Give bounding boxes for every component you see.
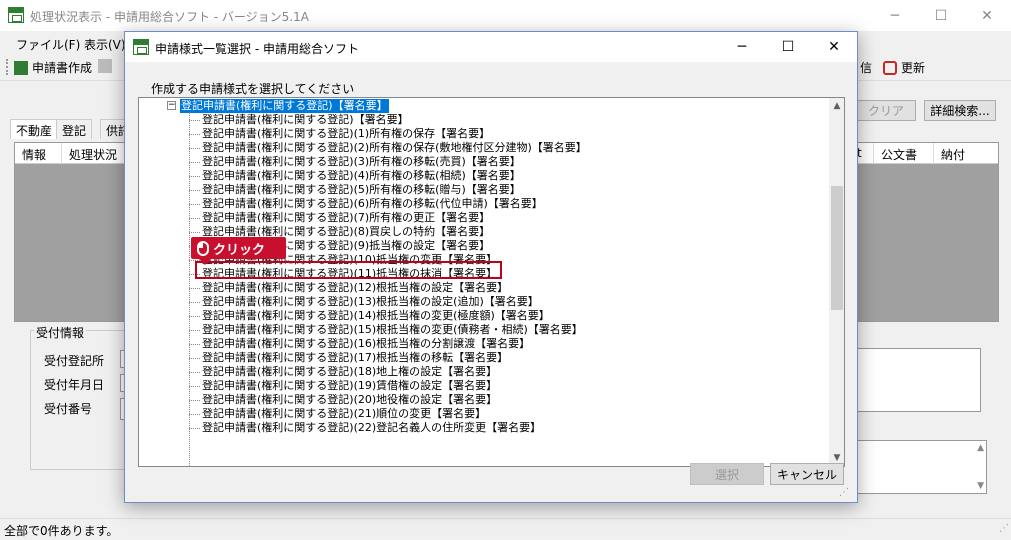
scroll-up-arrow-icon[interactable]: ▲ <box>829 98 844 114</box>
toolbar-button-2[interactable] <box>98 59 112 73</box>
column-official-document[interactable]: 公文書 <box>881 146 917 163</box>
tree-item-label: 登記申請書(権利に関する登記)(6)所有権の移転(代位申請)【署名要】 <box>202 197 543 210</box>
application-form-icon <box>14 60 28 75</box>
refresh-button[interactable]: 更新 <box>883 59 925 76</box>
tree-item-label: 登記申請書(権利に関する登記)(20)地役権の設定【署名要】 <box>202 393 498 406</box>
tree-item-label: 登記申請書(権利に関する登記)(13)根抵当権の設定(追加)【署名要】 <box>202 295 539 308</box>
menu-file[interactable]: ファイル(F) <box>16 36 80 53</box>
status-text: 全部で0件あります。 <box>4 524 119 538</box>
main-titlebar: 処理状況表示 - 申請用総合ソフト - バージョン5.1A ─ ☐ ✕ <box>0 0 1011 31</box>
scroll-up-icon[interactable]: ▲ <box>977 443 984 453</box>
create-application-label: 申請書作成 <box>32 61 93 75</box>
menu-view[interactable]: 表示(V) <box>84 36 126 53</box>
tree-item-label: 登記申請書(権利に関する登記)(2)所有権の保存(敷地権付区分建物)【署名要】 <box>202 141 587 154</box>
select-button[interactable]: 選択 <box>690 463 764 485</box>
resize-grip-icon[interactable]: ⋰ <box>999 523 1009 534</box>
receipt-info-title: 受付情報 <box>34 324 87 341</box>
receipt-date-label: 受付年月日 <box>44 378 105 392</box>
tree-item-label: 登記申請書(権利に関する登記)(4)所有権の移転(相続)【署名要】 <box>202 169 521 182</box>
message-textarea[interactable]: ▲ ▼ <box>857 440 987 494</box>
form-tree[interactable]: − 登記申請書(権利に関する登記)【署名要】 登記申請書(権利に関する登記)【署… <box>138 97 845 467</box>
refresh-label: 更新 <box>901 61 926 75</box>
tree-item-label: 登記申請書(権利に関する登記)【署名要】 <box>202 113 409 126</box>
dialog-minimize-button[interactable]: ─ <box>719 32 765 62</box>
main-close-button[interactable]: ✕ <box>964 0 1010 31</box>
tree-item-label: 登記申請書(権利に関する登記)(21)順位の変更【署名要】 <box>202 407 487 420</box>
column-status[interactable]: 処理状況 <box>69 146 117 163</box>
tree-item-label: 登記申請書(権利に関する登記)(17)根抵当権の移転【署名要】 <box>202 351 509 364</box>
dialog-title: 申請様式一覧選択 - 申請用総合ソフト <box>155 42 359 56</box>
tree-scrollbar[interactable]: ▲ ▼ <box>829 98 844 466</box>
tree-item-label: 登記申請書(権利に関する登記)(7)所有権の更正【署名要】 <box>202 211 491 224</box>
click-callout: クリック <box>191 237 286 265</box>
tree-item-label: 登記申請書(権利に関する登記)(14)根抵当権の変更(極度額)【署名要】 <box>202 309 550 322</box>
main-minimize-button[interactable]: ─ <box>872 0 918 31</box>
column-separator <box>873 143 874 164</box>
column-separator <box>61 143 62 164</box>
dialog-prompt: 作成する申請様式を選択してください <box>151 82 355 96</box>
document-icon <box>98 59 112 73</box>
toolbar-send-button[interactable]: 信 <box>860 59 872 76</box>
dialog-resize-grip-icon[interactable]: ⋰ <box>839 487 853 501</box>
tree-item-label: 登記申請書(権利に関する登記)(1)所有権の保存【署名要】 <box>202 127 491 140</box>
dialog-titlebar[interactable]: 申請様式一覧選択 - 申請用総合ソフト ─ ☐ ✕ <box>125 32 857 62</box>
column-separator <box>933 143 934 164</box>
main-statusbar: 全部で0件あります。 ⋰ <box>0 518 1011 540</box>
target-highlight-box <box>195 261 502 279</box>
dialog-app-icon <box>133 39 149 55</box>
collapse-icon[interactable]: − <box>167 101 176 110</box>
tab-real-estate[interactable]: 不動産 <box>10 119 59 139</box>
tree-item-label: 登記申請書(権利に関する登記)(18)地上権の設定【署名要】 <box>202 365 498 378</box>
receipt-number-label: 受付番号 <box>44 402 93 416</box>
tree-item-label: 登記申請書(権利に関する登記)(3)所有権の移転(売買)【署名要】 <box>202 155 521 168</box>
dialog-maximize-button[interactable]: ☐ <box>765 32 811 62</box>
tree-item-label: 登記申請書(権利に関する登記)(5)所有権の移転(贈与)【署名要】 <box>202 183 521 196</box>
refresh-icon <box>883 60 897 75</box>
cancel-button[interactable]: キャンセル <box>770 463 844 485</box>
create-application-button[interactable]: 申請書作成 <box>14 59 92 76</box>
tab-registration[interactable]: 登記 <box>56 119 93 139</box>
column-payment[interactable]: 納付 <box>941 146 965 163</box>
advanced-search-button[interactable]: 詳細検索... <box>924 100 996 121</box>
dialog-close-button[interactable]: ✕ <box>811 32 857 62</box>
tree-item-label: 登記申請書(権利に関する登記)(16)根抵当権の分割譲渡【署名要】 <box>202 337 531 350</box>
scroll-thumb[interactable] <box>831 186 843 310</box>
receipt-office-label: 受付登記所 <box>44 354 105 368</box>
tree-root-label: 登記申請書(権利に関する登記)【署名要】 <box>180 99 389 113</box>
click-callout-label: クリック <box>213 242 266 258</box>
scroll-down-icon[interactable]: ▼ <box>977 481 984 491</box>
column-info[interactable]: 情報 <box>22 146 46 163</box>
toolbar-grip <box>6 59 8 75</box>
main-window-title: 処理状況表示 - 申請用総合ソフト - バージョン5.1A <box>30 10 309 24</box>
app-icon <box>8 7 24 23</box>
clear-button[interactable]: クリア <box>856 100 916 121</box>
tree-guide-line <box>189 112 190 466</box>
tree-item-label: 登記申請書(権利に関する登記)(19)賃借権の設定【署名要】 <box>202 379 498 392</box>
tree-item-label: 登記申請書(権利に関する登記)(12)根抵当権の設定【署名要】 <box>202 281 509 294</box>
tree-item-label: 登記申請書(権利に関する登記)(15)根抵当権の変更(債務者・相続)【署名要】 <box>202 323 583 336</box>
toolbar-send-label: 信 <box>860 61 873 75</box>
mouse-icon <box>197 240 209 256</box>
notes-textarea[interactable] <box>857 348 981 412</box>
tree-item-label: 登記申請書(権利に関する登記)(22)登記名義人の住所変更【署名要】 <box>202 421 542 434</box>
main-maximize-button[interactable]: ☐ <box>918 0 964 31</box>
